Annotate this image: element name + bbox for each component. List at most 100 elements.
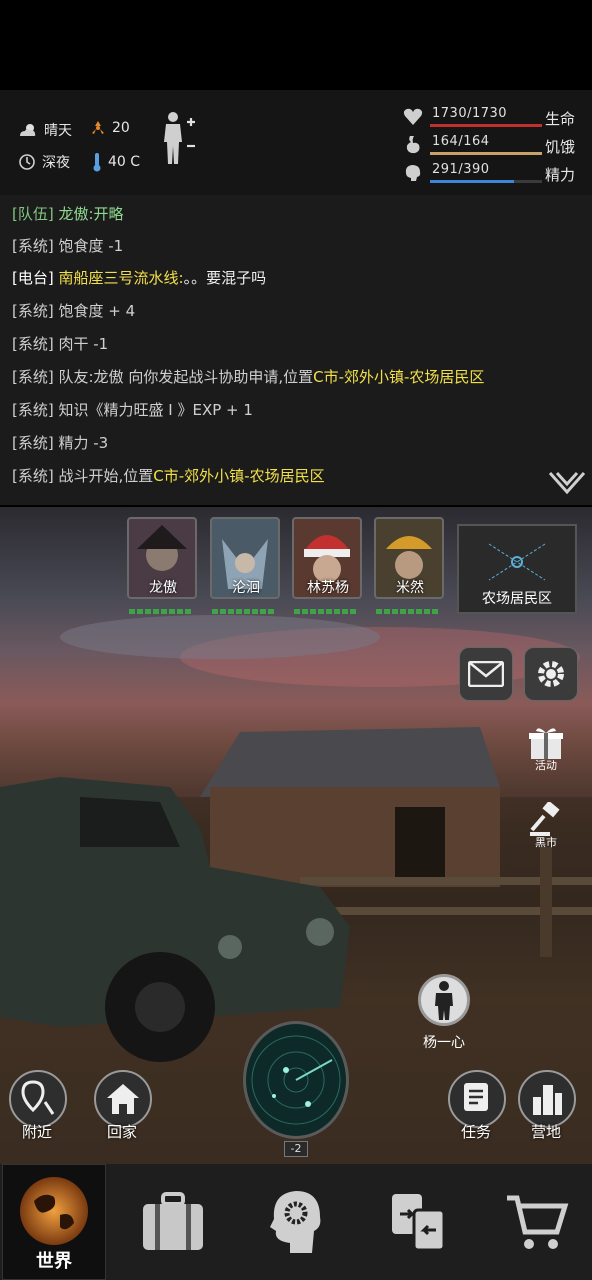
chevron-down-icon <box>548 471 586 495</box>
hunger-bar: 164/164 饥饿 <box>402 134 592 160</box>
exchange-icon <box>392 1194 446 1252</box>
party-member-name: 沦洄 <box>232 580 260 596</box>
body-icon <box>164 112 195 164</box>
energy-value: 291/390 <box>432 162 490 177</box>
brain-icon <box>405 165 421 181</box>
location-pin-icon <box>21 1080 55 1115</box>
nearby-label: 附近 <box>22 1123 53 1141</box>
heart-icon <box>403 108 423 125</box>
stomach-icon <box>406 136 420 154</box>
party-member-health <box>376 609 438 614</box>
bottom-nav: 世界 <box>0 1164 592 1280</box>
globe-icon <box>20 1177 88 1245</box>
energy-label: 精力 <box>545 166 576 184</box>
party-member-name: 龙傲 <box>149 580 177 596</box>
buildings-icon <box>533 1085 562 1115</box>
player-avatar-button[interactable] <box>418 974 470 1026</box>
party-member[interactable]: 龙傲 <box>127 517 199 617</box>
weather-status: 晴天 <box>18 120 72 140</box>
weather-icon <box>20 124 36 136</box>
location-link[interactable]: C市-郊外小镇-农场居民区 <box>313 368 484 386</box>
temperature-value: 40 C <box>108 154 141 170</box>
health-label: 生命 <box>545 110 576 128</box>
minimap-location: 农场居民区 <box>482 591 552 607</box>
log-line: [系统] 肉干 -1 <box>12 335 109 353</box>
party-member-health <box>294 609 356 614</box>
quest-button[interactable] <box>448 1070 506 1128</box>
health-fill <box>430 124 542 127</box>
message-log[interactable]: [队伍] 龙傲:开略 [系统] 饱食度 -1 [电台] 南船座三号流水线:。。要… <box>0 195 592 505</box>
radiation-status: 20 <box>90 120 130 136</box>
party-member[interactable]: 沦洄 <box>210 517 282 617</box>
party-member[interactable]: 米然 <box>374 517 446 617</box>
party-member[interactable]: 林苏杨 <box>292 517 364 617</box>
camp-label: 营地 <box>531 1123 562 1141</box>
log-line: [系统] 饱食度 -1 <box>12 237 124 255</box>
party-member-name: 林苏杨 <box>307 580 349 596</box>
map-crosshair-icon <box>488 543 546 581</box>
nav-trade[interactable] <box>362 1164 474 1280</box>
time-of-day: 深夜 <box>42 155 70 171</box>
status-panel: 晴天 20 深夜 40 C 1730/1730 生命 164/164 饥饿 29… <box>0 90 592 195</box>
temperature-status: 40 C <box>92 152 140 172</box>
log-line: [系统] 饱食度 + 4 <box>12 302 136 320</box>
suitcase-icon <box>143 1192 203 1250</box>
log-line: [系统] 队友:龙傲 向你发起战斗协助申请,位置C市-郊外小镇-农场居民区 <box>12 368 485 386</box>
log-line: [队伍] 龙傲:开略 <box>12 205 124 223</box>
mail-button[interactable] <box>459 647 513 701</box>
event-label: 活动 <box>535 759 557 772</box>
quest-label: 任务 <box>461 1123 492 1141</box>
hunger-fill <box>430 152 542 155</box>
shopping-cart-icon <box>507 1195 569 1249</box>
black-market-label: 黑市 <box>535 836 557 849</box>
camp-button[interactable] <box>518 1070 576 1128</box>
nav-world[interactable]: 世界 <box>2 1164 106 1280</box>
minimap[interactable]: 农场居民区 <box>457 524 577 614</box>
envelope-icon <box>468 661 504 687</box>
radar-icon <box>251 1035 341 1125</box>
log-line: [系统] 精力 -3 <box>12 434 109 452</box>
energy-fill <box>430 180 514 183</box>
gear-icon <box>538 661 564 687</box>
home-label: 回家 <box>107 1123 138 1141</box>
party-member-health <box>212 609 274 614</box>
house-icon <box>107 1084 139 1114</box>
health-bar: 1730/1730 生命 <box>402 106 592 132</box>
hunger-value: 164/164 <box>432 134 490 149</box>
health-value: 1730/1730 <box>432 106 508 121</box>
event-button[interactable]: 活动 <box>526 725 566 773</box>
radar-button[interactable] <box>243 1021 349 1139</box>
party-member-health <box>129 609 191 614</box>
nav-inventory[interactable] <box>118 1164 228 1280</box>
home-button[interactable] <box>94 1070 152 1128</box>
energy-bar: 291/390 精力 <box>402 162 592 188</box>
log-line: [电台] 南船座三号流水线:。。要混子吗 <box>12 269 267 287</box>
hunger-label: 饥饿 <box>545 138 576 156</box>
radiation-icon <box>92 121 104 134</box>
expand-log-button[interactable] <box>548 470 586 500</box>
gift-icon <box>529 728 563 759</box>
player-name: 杨一心 <box>423 1035 465 1051</box>
weather-text: 晴天 <box>44 123 72 139</box>
thermometer-icon <box>93 153 101 172</box>
scroll-icon <box>464 1083 488 1111</box>
gavel-icon <box>530 802 560 836</box>
head-gear-icon <box>270 1191 321 1253</box>
body-status-button[interactable] <box>160 110 200 172</box>
nav-skills[interactable] <box>240 1164 352 1280</box>
scene-view: 龙傲 沦洄 林苏杨 米然 农场居民区 活动 黑市 杨一心 附近 回家 -2 任务… <box>0 507 592 1164</box>
nav-shop[interactable] <box>482 1164 592 1280</box>
nearby-button[interactable] <box>9 1070 67 1128</box>
person-icon <box>435 981 453 1020</box>
time-status: 深夜 <box>18 152 70 172</box>
radiation-value: 20 <box>112 120 130 136</box>
log-line: [系统] 知识《精力旺盛 I 》EXP + 1 <box>12 401 253 419</box>
clock-icon <box>19 154 35 170</box>
log-line: [系统] 战斗开始,位置C市-郊外小镇-农场居民区 <box>12 467 325 485</box>
location-link[interactable]: C市-郊外小镇-农场居民区 <box>153 467 324 485</box>
black-market-button[interactable]: 黑市 <box>526 802 566 850</box>
party-member-name: 米然 <box>396 580 424 596</box>
nav-world-label: 世界 <box>36 1251 72 1272</box>
settings-button[interactable] <box>524 647 578 701</box>
radar-level: -2 <box>284 1141 308 1157</box>
